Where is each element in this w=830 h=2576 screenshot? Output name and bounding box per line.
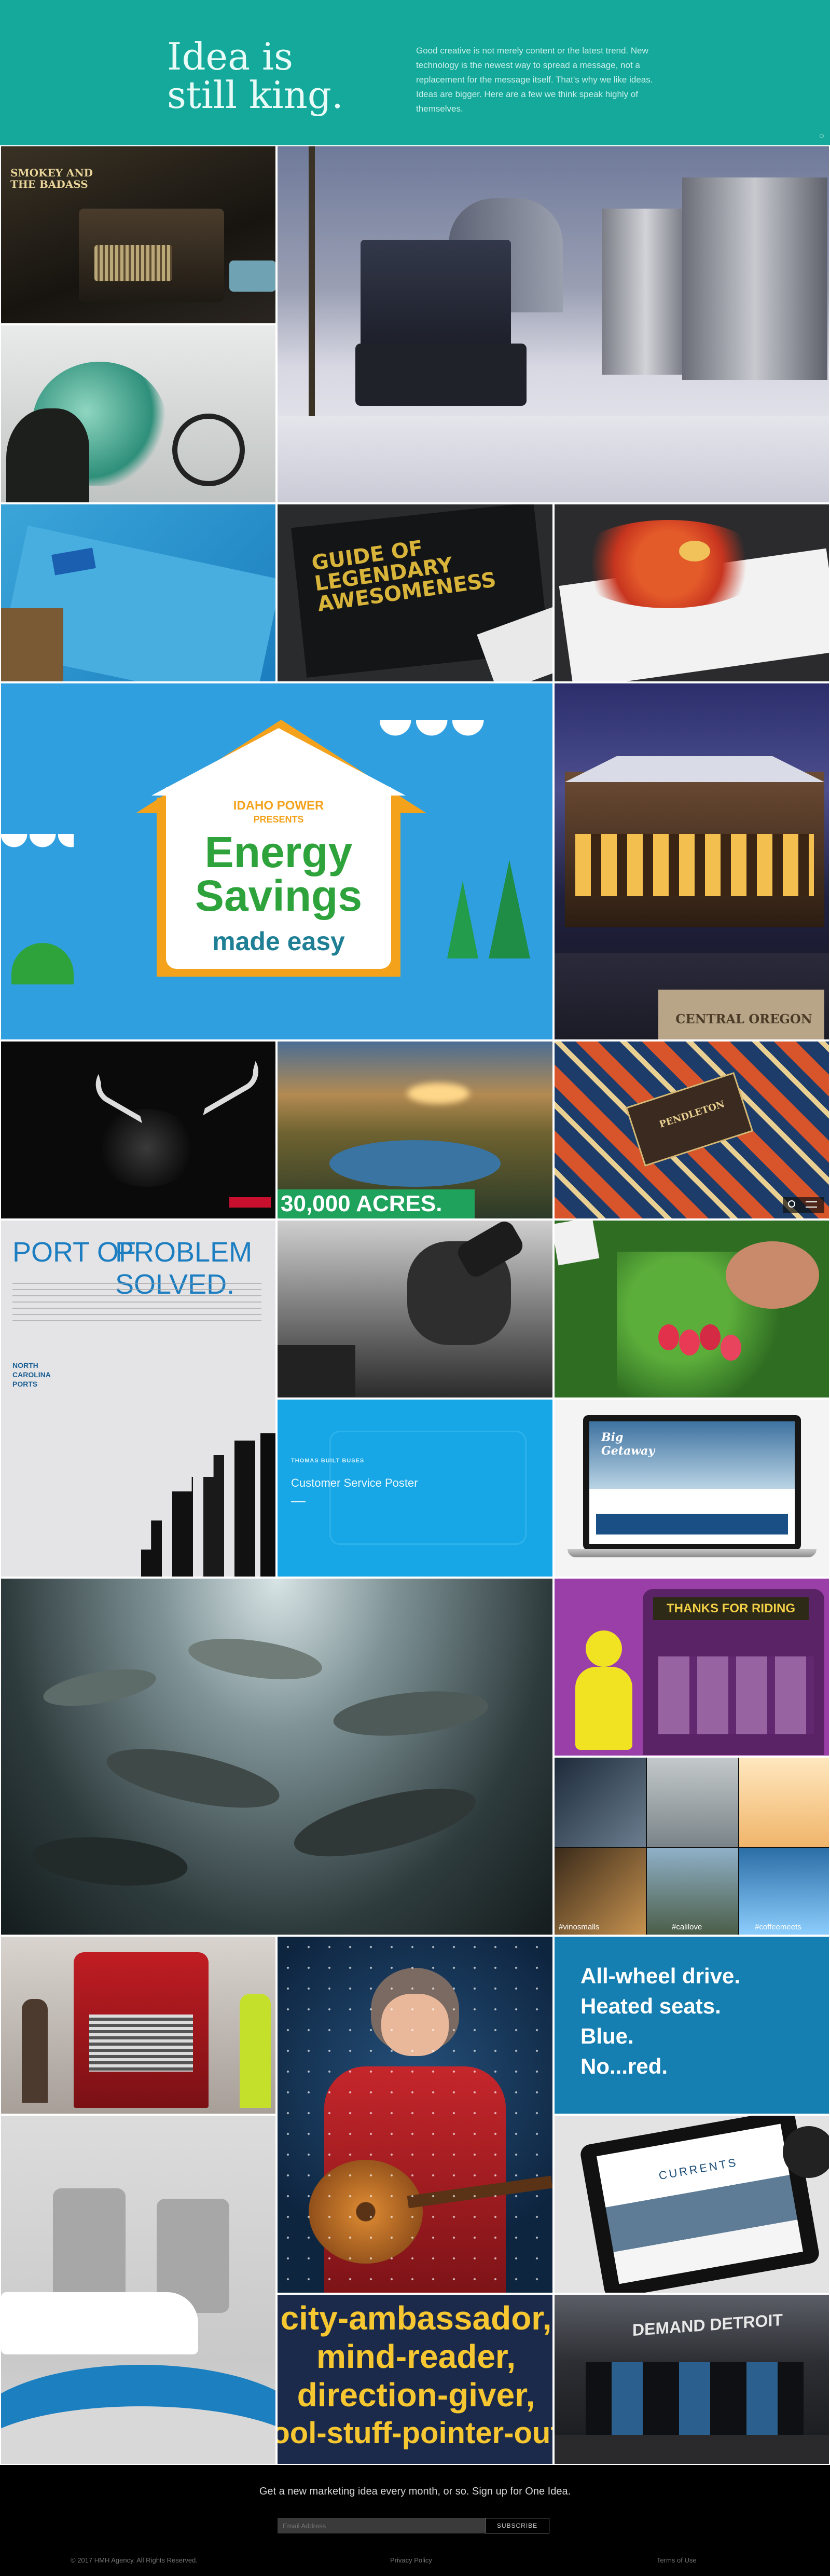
city-line3: direction-giver, — [297, 2376, 535, 2414]
central-oregon-label: CENTRAL OREGON — [675, 1011, 812, 1026]
getaway-label: Big Getaway — [601, 1431, 655, 1458]
hero-title-line1: Idea is — [167, 35, 293, 78]
allwheel-line2: Heated seats. — [580, 1994, 721, 2018]
hero-title-line2: still king. — [167, 73, 343, 117]
city-line2: mind-reader, — [316, 2338, 516, 2375]
hashtag-vinos: #vinosmalls — [559, 1923, 600, 1931]
thanks-riding-sign: THANKS FOR RIDING — [653, 1597, 809, 1620]
idaho-power-label: IDAHO POWER — [233, 799, 324, 813]
privacy-link[interactable]: Privacy Policy — [390, 2556, 432, 2564]
tile-port-problem-solved[interactable]: PORT OF PROBLEM SOLVED. NORTH CAROLINA P… — [0, 1220, 276, 1578]
arrow-right-icon[interactable] — [291, 1501, 306, 1502]
tile-pendleton-blanket[interactable]: PENDLETON — [554, 1040, 830, 1220]
hero-description: Good creative is not merely content or t… — [416, 46, 653, 114]
tile-crawfish-boil[interactable] — [554, 503, 830, 682]
city-line4: ool-stuff-pointer-out — [276, 2416, 554, 2450]
tile-blue-brochure[interactable] — [0, 503, 276, 682]
tile-thanks-for-riding[interactable]: THANKS FOR RIDING — [554, 1578, 830, 1757]
csp-title: Customer Service Poster — [291, 1476, 418, 1489]
tile-currents-tablet[interactable]: CURRENTS — [554, 2115, 830, 2294]
made-easy-label: made easy — [212, 927, 345, 956]
hashtag-calilove: #calilove — [672, 1923, 702, 1931]
nc-ports-logo: NORTH CAROLINA PORTS — [12, 1361, 51, 1388]
menu-icon[interactable] — [806, 1201, 817, 1208]
hero-title: Idea is still king. — [167, 37, 385, 114]
tile-central-oregon-lodge[interactable]: CENTRAL OREGON — [554, 682, 830, 1040]
email-input[interactable] — [278, 2518, 485, 2533]
newsletter-prompt: Get a new marketing idea every month, or… — [259, 2486, 571, 2497]
presents-label: PRESENTS — [253, 814, 304, 825]
tile-salmon-swim[interactable] — [0, 1578, 554, 1936]
tile-city-ambassador[interactable]: city-ambassador, mind-reader, direction-… — [276, 2294, 554, 2465]
tile-customer-service-poster[interactable]: THOMAS BUILT BUSES Customer Service Post… — [276, 1399, 554, 1578]
csp-brand: THOMAS BUILT BUSES — [291, 1458, 365, 1464]
allwheel-line3: Blue. — [580, 2024, 634, 2048]
subscribe-button[interactable]: SUBSCRIBE — [485, 2518, 549, 2533]
allwheel-line4: No...red. — [580, 2054, 668, 2078]
hashtag-coffee: #coffeemeets — [755, 1923, 801, 1931]
tile-grain-silos[interactable] — [276, 145, 830, 503]
tile-energy-savings[interactable]: IDAHO POWER PRESENTS Energy Savings made… — [0, 682, 554, 1040]
smokey-label: SMOKEY AND THE BADASS — [10, 167, 93, 190]
acres-label: 30,000 ACRES. — [278, 1189, 475, 1218]
hero-banner: Idea is still king. Good creative is not… — [0, 0, 830, 145]
tile-fishing-net[interactable] — [0, 324, 276, 503]
tile-instagram-grid[interactable]: #vinosmalls #calilove #coffeemeets — [554, 1757, 830, 1936]
tile-big-getaway-laptop[interactable]: Big Getaway — [554, 1399, 830, 1578]
dot-icon — [820, 134, 824, 138]
tile-bull-ad[interactable] — [0, 1040, 276, 1220]
footer: Get a new marketing idea every month, or… — [0, 2465, 830, 2576]
tile-radishes[interactable] — [554, 1220, 830, 1399]
copyright-text: © 2017 HMH Agency. All Rights Reserved. — [71, 2556, 198, 2564]
tile-vintage-phone[interactable] — [276, 1220, 554, 1399]
allwheel-line1: All-wheel drive. — [580, 1964, 741, 1988]
tile-demand-detroit[interactable]: DEMAND DETROIT — [554, 2294, 830, 2465]
city-line1: city-ambassador, — [280, 2299, 552, 2337]
detroit-label: DEMAND DETROIT — [632, 2310, 783, 2340]
search-icon[interactable] — [788, 1200, 795, 1208]
tile-30000-acres[interactable]: 30,000 ACRES. — [276, 1040, 554, 1220]
tile-fuel-pump-illustration[interactable] — [0, 2115, 276, 2465]
tile-red-semi-truck[interactable] — [0, 1936, 276, 2115]
savings-label: Savings — [195, 871, 363, 920]
terms-link[interactable]: Terms of Use — [657, 2556, 697, 2564]
tile-all-wheel-drive[interactable]: All-wheel drive. Heated seats. Blue. No.… — [554, 1936, 830, 2115]
energy-label: Energy — [204, 828, 353, 876]
tile-smokey-truck[interactable]: SMOKEY AND THE BADASS — [0, 145, 276, 324]
tile-guide-book[interactable]: GUIDE OF LEGENDARY AWESOMENESS — [276, 503, 554, 682]
tile-guitar-snow[interactable] — [276, 1936, 554, 2294]
